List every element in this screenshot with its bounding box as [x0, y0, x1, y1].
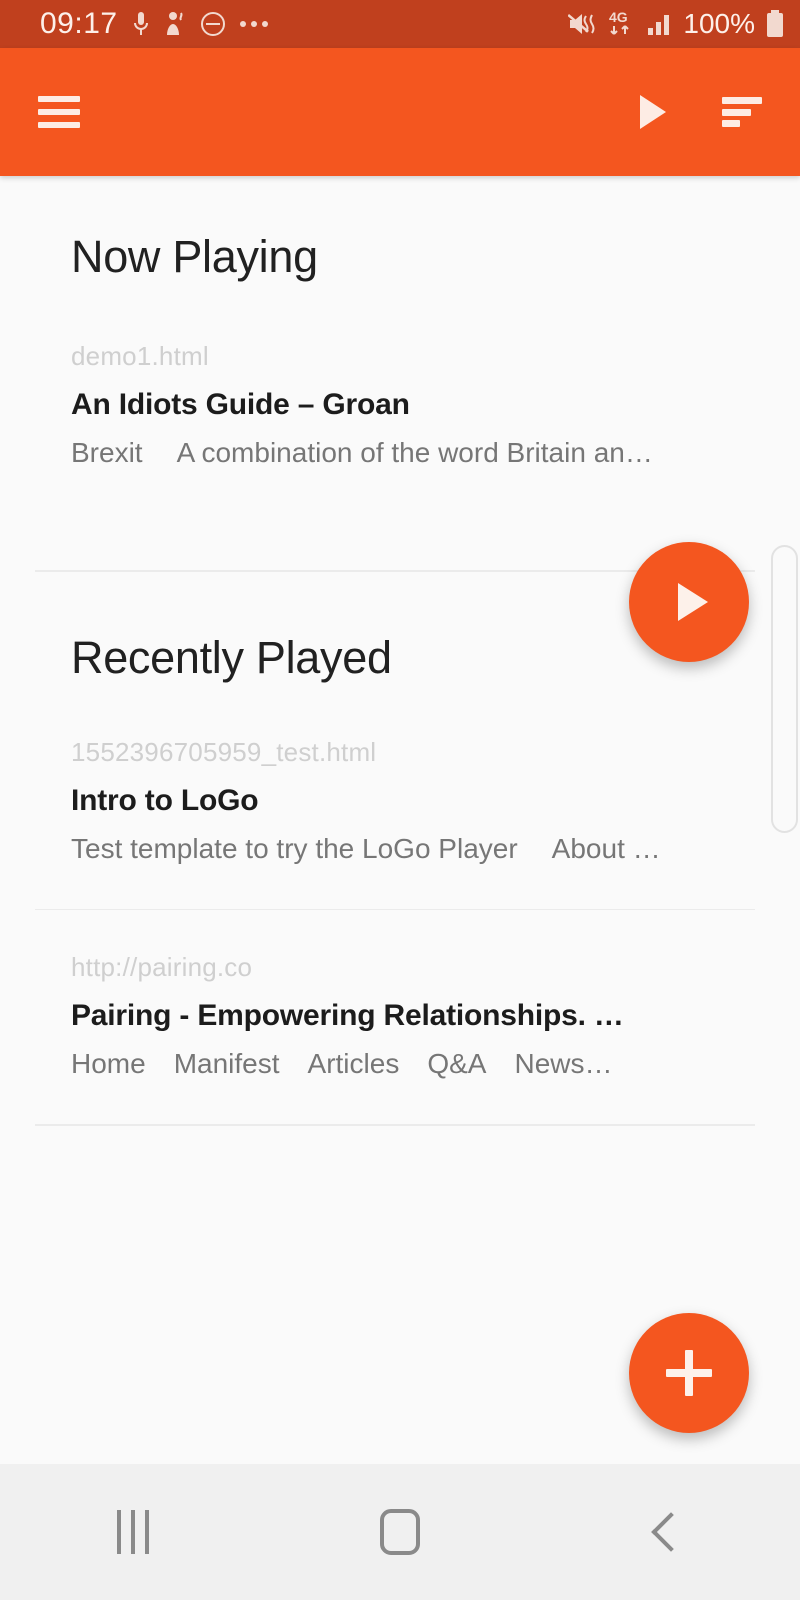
item-url: 1552396705959_test.html: [71, 736, 377, 767]
now-playing-heading: Now Playing: [71, 231, 318, 282]
add-fab-button[interactable]: [629, 1313, 749, 1433]
item-description: Brexit A combination of the word Britain …: [71, 437, 760, 469]
play-fab-button[interactable]: [629, 542, 749, 662]
item-nav-2: Articles: [307, 1048, 400, 1079]
recents-icon: [117, 1510, 150, 1554]
item-nav-0: Home: [71, 1048, 146, 1079]
back-icon: [650, 1512, 691, 1552]
item-nav-4: News…: [514, 1048, 613, 1079]
list-item[interactable]: 1552396705959_test.html Intro to LoGo Te…: [0, 737, 800, 865]
play-icon[interactable]: [640, 95, 666, 129]
item-nav-3: Q&A: [427, 1048, 487, 1079]
item-title: An Idiots Guide – Groan: [71, 388, 410, 421]
system-navigation-bar: [0, 1464, 800, 1600]
app-bar-actions: [640, 95, 770, 129]
phone-screen: 09:17 4G 100% Now Playing demo1.html An …: [0, 0, 800, 1600]
status-bar-clock: 09:17: [40, 7, 118, 40]
status-bar-left: 09:17: [40, 7, 268, 41]
battery-percent-label: 100%: [683, 8, 755, 39]
item-desc-part2: About …: [551, 832, 661, 864]
content-area: Now Playing demo1.html An Idiots Guide –…: [0, 176, 800, 1464]
item-url: http://pairing.co: [71, 952, 253, 982]
app-bar: [0, 48, 800, 176]
item-description: Test template to try the LoGo Player Abou…: [71, 833, 760, 865]
item-desc-part1: Brexit: [71, 437, 143, 468]
item-title: Intro to LoGo: [71, 783, 259, 817]
divider: [35, 1124, 755, 1126]
scrollbar-thumb[interactable]: [771, 545, 798, 833]
signal-bars-icon: [646, 11, 674, 37]
item-nav-1: Manifest: [173, 1048, 280, 1079]
svg-text:4G: 4G: [609, 9, 628, 25]
battery-icon: [764, 9, 786, 39]
home-icon: [379, 1509, 420, 1555]
hamburger-menu-icon[interactable]: [38, 96, 80, 128]
home-button[interactable]: [325, 1464, 475, 1600]
more-notifications-icon: [239, 21, 268, 27]
do-not-disturb-icon: [200, 11, 226, 37]
item-url: demo1.html: [71, 341, 209, 371]
status-bar-right: 4G 100%: [568, 8, 786, 40]
network-4g-icon: 4G: [607, 9, 637, 39]
microphone-icon: [132, 10, 150, 38]
item-desc-part2: A combination of the word Britain an…: [176, 437, 653, 468]
divider: [35, 908, 755, 910]
back-button[interactable]: [592, 1464, 742, 1600]
list-item[interactable]: http://pairing.co Pairing - Empowering R…: [0, 952, 800, 1080]
person-alert-icon: [164, 10, 186, 38]
plus-icon: [666, 1350, 712, 1396]
item-description: Home Manifest Articles Q&A News…: [71, 1048, 760, 1080]
sort-icon[interactable]: [722, 97, 762, 127]
item-title: Pairing - Empowering Relationships. …: [71, 999, 624, 1032]
item-desc-part1: Test template to try the LoGo Player: [71, 832, 518, 864]
status-bar: 09:17 4G 100%: [0, 0, 800, 48]
play-icon: [678, 583, 708, 621]
recents-button[interactable]: [58, 1464, 208, 1600]
now-playing-item[interactable]: demo1.html An Idiots Guide – Groan Brexi…: [0, 341, 800, 469]
mute-icon: [568, 11, 598, 37]
